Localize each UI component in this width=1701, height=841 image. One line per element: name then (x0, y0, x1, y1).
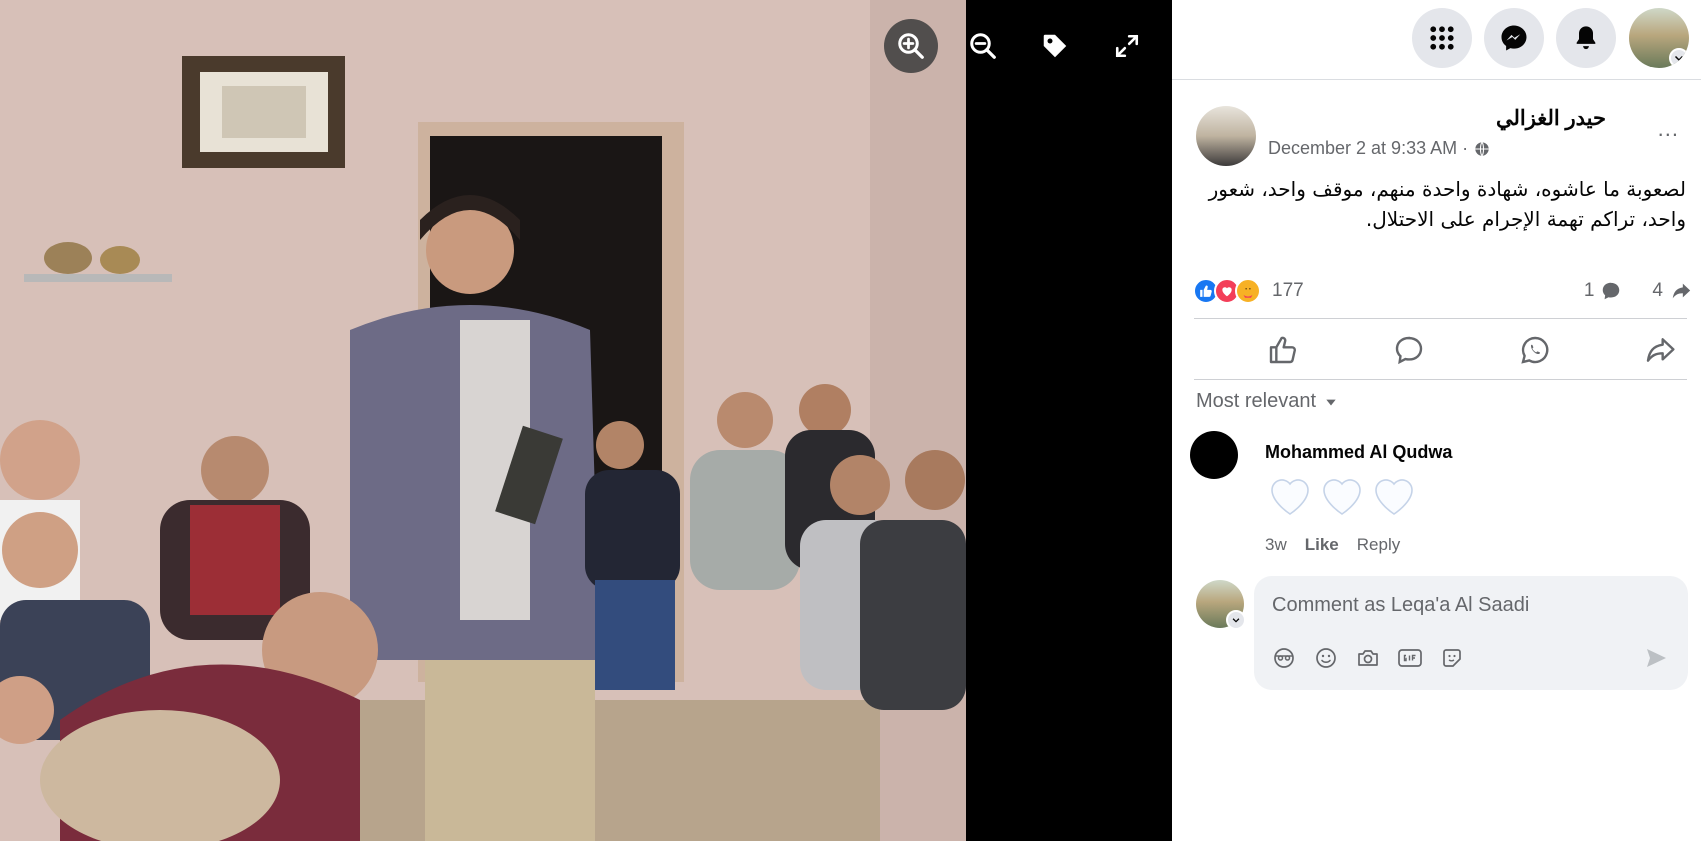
like-icon (1269, 336, 1296, 364)
comment-sort-label: Most relevant (1196, 390, 1317, 412)
zoom-out-button[interactable] (956, 19, 1010, 73)
comment-count-icon (1603, 282, 1620, 300)
comment-meta: 3w Like Reply (1265, 535, 1400, 555)
post-timestamp[interactable]: December 2 at 9:33 AM · (1268, 138, 1490, 159)
messenger-button[interactable] (1484, 8, 1544, 68)
comment-content (1265, 472, 1419, 520)
fullscreen-button[interactable] (1100, 19, 1154, 73)
white-heart-icon (1271, 479, 1309, 515)
reactions-summary[interactable]: 177 (1193, 278, 1304, 304)
share-icon (1646, 338, 1675, 362)
zoom-out-icon (970, 33, 996, 59)
emoji-button[interactable] (1312, 644, 1340, 672)
globe-icon (1475, 141, 1489, 156)
white-heart-icon (1323, 479, 1361, 515)
zoom-in-button[interactable] (884, 19, 938, 73)
share-count-icon (1672, 283, 1691, 299)
avatar-sticker-icon (1274, 648, 1294, 668)
share-action[interactable] (1630, 328, 1690, 372)
photo-viewer (0, 0, 1172, 841)
engagement-counts[interactable]: 1 4 (1584, 280, 1693, 302)
care-reaction-icon (1235, 278, 1261, 304)
chevron-down-icon[interactable] (1226, 610, 1246, 630)
menu-grid-icon (1430, 26, 1454, 50)
comment-sort-dropdown[interactable]: Most relevant (1196, 390, 1338, 413)
post-more-options-button[interactable]: ... (1658, 116, 1679, 142)
divider (1194, 318, 1687, 319)
post-author-name[interactable]: حيدر الغزالي (1496, 106, 1606, 131)
gif-button[interactable] (1396, 644, 1424, 672)
post-panel: حيدر الغزالي ... December 2 at 9:33 AM ·… (1172, 0, 1701, 841)
chevron-down-icon (1669, 48, 1689, 68)
tag-button[interactable] (1028, 19, 1082, 73)
sticker-icon (1443, 649, 1461, 667)
send-button[interactable] (1642, 644, 1670, 672)
comment-input[interactable] (1272, 590, 1652, 620)
whatsapp-action[interactable] (1505, 328, 1565, 372)
menu-button[interactable] (1412, 8, 1472, 68)
zoom-in-icon (898, 33, 924, 59)
comment-composer (1254, 576, 1688, 690)
account-avatar[interactable] (1629, 8, 1689, 68)
top-bar (1172, 0, 1701, 80)
divider (1194, 379, 1687, 380)
comment-time[interactable]: 3w (1265, 535, 1287, 555)
tag-icon (1043, 34, 1067, 58)
comment-author-avatar[interactable] (1190, 431, 1238, 479)
reaction-count[interactable]: 177 (1272, 280, 1304, 302)
sticker-button[interactable] (1438, 644, 1466, 672)
avatar-sticker-button[interactable] (1270, 644, 1298, 672)
camera-button[interactable] (1354, 644, 1382, 672)
notifications-bell-icon (1576, 26, 1596, 50)
caret-down-icon (1326, 399, 1336, 405)
gif-icon (1398, 649, 1422, 667)
comment-reply-button[interactable]: Reply (1357, 535, 1400, 555)
comment-action[interactable] (1379, 328, 1439, 372)
emoji-icon (1316, 648, 1336, 668)
white-heart-icon (1375, 479, 1413, 515)
like-action[interactable] (1253, 328, 1313, 372)
comment-icon (1395, 336, 1423, 365)
fullscreen-icon (1115, 34, 1139, 58)
post-text: لصعوبة ما عاشوه، شهادة واحدة منهم، موقف … (1208, 177, 1686, 231)
comments-count[interactable]: 1 (1584, 280, 1595, 302)
whatsapp-icon (1521, 336, 1549, 364)
post-photo[interactable] (0, 0, 966, 841)
post-author-avatar[interactable] (1196, 106, 1256, 166)
comment-like-button[interactable]: Like (1305, 535, 1339, 555)
timestamp-text[interactable]: December 2 at 9:33 AM · (1268, 138, 1468, 159)
shares-count[interactable]: 4 (1652, 280, 1663, 302)
messenger-icon (1501, 25, 1527, 51)
comment-author-name[interactable]: Mohammed Al Qudwa (1265, 442, 1452, 463)
send-icon (1647, 649, 1666, 667)
notifications-button[interactable] (1556, 8, 1616, 68)
camera-icon (1358, 650, 1378, 666)
